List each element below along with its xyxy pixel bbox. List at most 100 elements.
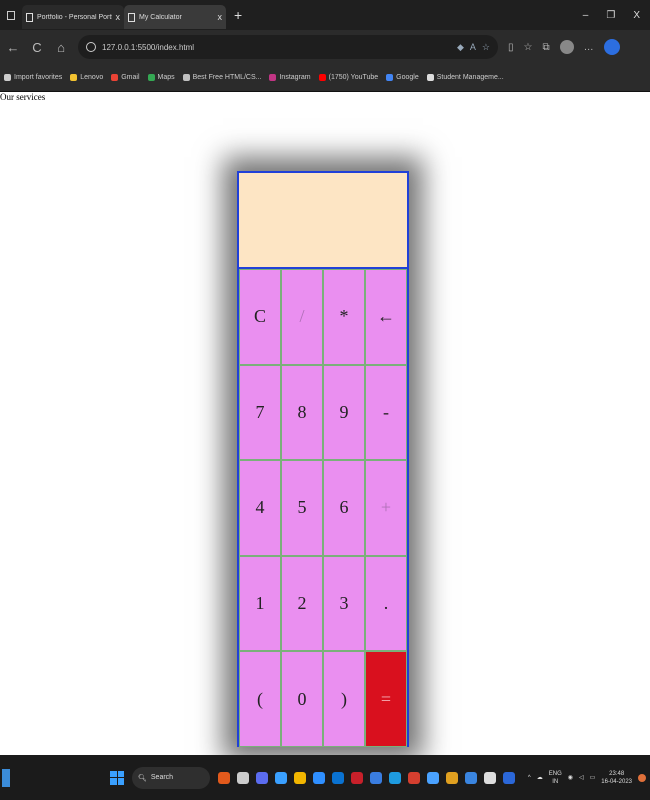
- bookmark-item[interactable]: Maps: [147, 74, 175, 81]
- bookmark-label: Lenovo: [80, 74, 104, 81]
- home-button[interactable]: ⌂: [54, 40, 68, 55]
- favorites-icon[interactable]: ☆: [524, 42, 533, 53]
- bookmark-item[interactable]: Gmail: [111, 74, 140, 81]
- volume-icon[interactable]: ◁: [579, 774, 584, 781]
- subtract-key[interactable]: -: [365, 364, 407, 461]
- close-tab-icon[interactable]: x: [218, 12, 223, 22]
- read-aloud-icon[interactable]: A: [470, 42, 476, 52]
- bookmark-label: Best Free HTML/CS...: [192, 74, 262, 81]
- digit-7-key[interactable]: 7: [239, 364, 281, 461]
- taskbar-app-icon[interactable]: [446, 771, 458, 784]
- taskbar-app-icon[interactable]: [275, 771, 287, 784]
- close-window-button[interactable]: X: [633, 10, 640, 21]
- widgets-icon[interactable]: [2, 768, 10, 787]
- digit-9-key[interactable]: 9: [323, 364, 365, 461]
- taskbar-app-icon[interactable]: [427, 771, 439, 784]
- bing-copilot-icon[interactable]: [603, 39, 620, 55]
- browser-tab-bar: Portfolio - Personal Portfolio Web x My …: [0, 0, 650, 30]
- tab-portfolio[interactable]: Portfolio - Personal Portfolio Web x: [22, 5, 124, 29]
- minimize-button[interactable]: –: [583, 10, 589, 21]
- bookmark-item[interactable]: Student Manageme...: [426, 74, 504, 81]
- taskbar-app-icon[interactable]: [294, 771, 306, 784]
- taskbar-app-icon[interactable]: [503, 771, 515, 784]
- bookmark-item[interactable]: Best Free HTML/CS...: [182, 74, 262, 81]
- backspace-key[interactable]: ←: [365, 269, 407, 365]
- taskbar-app-icon[interactable]: [389, 771, 401, 784]
- back-button[interactable]: ←: [6, 40, 20, 55]
- taskbar-app-icon[interactable]: [218, 771, 230, 784]
- digit-1-key[interactable]: 1: [239, 555, 281, 652]
- split-screen-icon[interactable]: ▯: [508, 42, 514, 53]
- taskbar-app-icon[interactable]: [484, 771, 496, 784]
- search-icon: 🔍︎: [138, 774, 147, 782]
- new-tab-button[interactable]: +: [234, 7, 242, 23]
- tab-my-calculator[interactable]: My Calculator x: [124, 5, 226, 29]
- decimal-key[interactable]: .: [365, 555, 407, 652]
- bookmark-icon: [386, 74, 394, 81]
- digit-8-key[interactable]: 8: [281, 364, 323, 461]
- taskbar-app-icon[interactable]: [313, 771, 325, 784]
- multiply-key[interactable]: *: [323, 269, 365, 365]
- cloud-icon[interactable]: ☁: [537, 774, 543, 781]
- region-code: IN: [552, 778, 559, 785]
- reload-button[interactable]: C: [30, 40, 44, 55]
- extension-icon[interactable]: ◆: [457, 42, 464, 53]
- favorite-star-icon[interactable]: ☆: [482, 42, 490, 53]
- url-field[interactable]: 127.0.0.1:5500/index.html ◆ A ☆: [78, 35, 498, 59]
- digit-3-key[interactable]: 3: [323, 555, 365, 652]
- taskbar-app-icon[interactable]: [408, 771, 420, 784]
- language-indicator[interactable]: ENG IN: [549, 770, 562, 786]
- digit-5-key[interactable]: 5: [281, 460, 323, 556]
- clock[interactable]: 23:48 16-04-2023: [601, 770, 632, 786]
- bookmark-label: Gmail: [121, 74, 140, 81]
- taskbar-app-icon[interactable]: [332, 771, 344, 784]
- divide-key[interactable]: /: [281, 269, 323, 365]
- digit-2-key[interactable]: 2: [281, 555, 323, 652]
- wifi-icon[interactable]: ◉: [568, 774, 573, 781]
- bookmark-label: Google: [396, 74, 419, 81]
- more-menu-icon[interactable]: …: [584, 42, 594, 53]
- collections-icon[interactable]: ⧉: [542, 42, 549, 53]
- notification-icon[interactable]: [638, 773, 646, 782]
- tab-actions-icon[interactable]: [0, 0, 22, 30]
- bookmark-item[interactable]: Import favorites: [4, 74, 62, 81]
- taskbar-app-icon[interactable]: [465, 771, 477, 784]
- chevron-up-icon[interactable]: ^: [528, 775, 531, 781]
- taskbar-app-icon[interactable]: [256, 771, 268, 784]
- site-info-icon[interactable]: [86, 42, 96, 52]
- taskbar-app-icon[interactable]: [370, 771, 382, 784]
- digit-6-key[interactable]: 6: [323, 460, 365, 556]
- calculator-keypad: C / * ← 7 8 9-4 5 6 +1 2 3. (0) =: [239, 269, 407, 747]
- start-button[interactable]: [110, 770, 124, 785]
- url-text: 127.0.0.1:5500/index.html: [102, 42, 195, 52]
- bookmark-icon: [426, 74, 434, 81]
- digit-4-key[interactable]: 4: [239, 460, 281, 556]
- bookmark-label: Maps: [157, 74, 175, 81]
- system-tray: ^ ☁ ENG IN ◉ ◁ ▭ 23:48 16-04-2023: [528, 770, 650, 786]
- clock-time: 23:48: [609, 770, 625, 777]
- battery-icon[interactable]: ▭: [590, 774, 596, 781]
- toolbar-icons: ▯ ☆ ⧉ …: [508, 39, 620, 55]
- bookmark-item[interactable]: Google: [386, 74, 419, 81]
- page-icon: [128, 12, 135, 22]
- taskbar-search[interactable]: 🔍︎ Search: [132, 766, 210, 789]
- close-tab-icon[interactable]: x: [116, 12, 121, 22]
- bookmark-item[interactable]: Instagram: [269, 74, 311, 81]
- profile-avatar[interactable]: [559, 40, 574, 54]
- bookmark-item[interactable]: (1750) YouTube: [318, 74, 378, 81]
- language-code: ENG: [548, 770, 562, 777]
- add-key[interactable]: +: [365, 460, 407, 556]
- bookmark-icon: [269, 74, 277, 81]
- equals-key[interactable]: =: [365, 651, 407, 747]
- calculator-display: [239, 173, 407, 269]
- bookmark-item[interactable]: Lenovo: [70, 74, 103, 81]
- open-paren-key[interactable]: (: [239, 651, 281, 747]
- clear-key[interactable]: C: [239, 269, 281, 365]
- calculator: C / * ← 7 8 9-4 5 6 +1 2 3. (0) =: [237, 171, 409, 747]
- maximize-button[interactable]: ❐: [606, 10, 615, 21]
- taskbar-app-icon[interactable]: [237, 771, 249, 784]
- taskbar-app-icon[interactable]: [351, 771, 363, 784]
- digit-0-key[interactable]: 0: [281, 651, 323, 747]
- windows-taskbar: 🔍︎ Search ^ ☁ ENG IN ◉ ◁ ▭ 23:48 16-04-2…: [0, 755, 650, 800]
- close-paren-key[interactable]: ): [323, 651, 365, 747]
